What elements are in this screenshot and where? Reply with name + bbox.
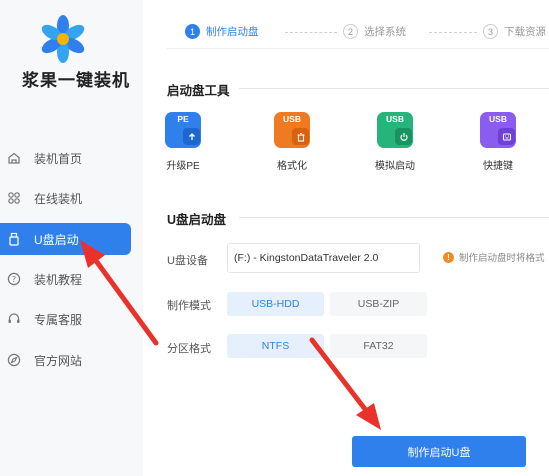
help-icon: ? <box>7 272 21 286</box>
format-icon: USB <box>274 112 310 148</box>
tool-label: 快捷键 <box>483 161 513 172</box>
upload-icon <box>183 128 200 145</box>
sidebar-item-label: U盘启动 <box>34 232 79 247</box>
sidebar-item-online-install[interactable]: 在线装机 <box>0 182 131 214</box>
tool-tag: USB <box>386 114 404 124</box>
hotkey-icon: USB <box>480 112 516 148</box>
option-label: NTFS <box>261 340 290 352</box>
step-label: 选择系统 <box>364 26 406 38</box>
step-number: 2 <box>343 24 358 39</box>
tool-hotkey[interactable]: USB 快捷键 <box>468 112 528 172</box>
warning-text: 制作启动盘时将格式 <box>459 253 545 264</box>
home-icon <box>7 151 21 165</box>
svg-text:?: ? <box>12 275 16 284</box>
power-icon <box>395 128 412 145</box>
make-boot-usb-button[interactable]: 制作启动U盘 <box>352 436 526 467</box>
partition-label: 分区格式 <box>167 343 211 355</box>
step-label: 下载资源 <box>504 26 546 38</box>
tool-simulate-boot[interactable]: USB 模拟启动 <box>365 112 425 172</box>
sidebar-item-usb-boot[interactable]: U盘启动 <box>0 223 131 255</box>
simulate-boot-icon: USB <box>377 112 413 148</box>
step-divider <box>285 32 337 33</box>
sidebar-item-label: 在线装机 <box>34 191 83 206</box>
main-panel: 1 制作启动盘 2 选择系统 3 下载资源 启动盘工具 PE 升级PE USB <box>143 0 549 476</box>
brand-name: 浆果一键装机 <box>22 71 130 91</box>
usb-icon <box>7 232 21 246</box>
mode-option-usb-hdd[interactable]: USB-HDD <box>227 292 324 316</box>
tool-label: 升级PE <box>166 161 200 172</box>
sidebar-item-home[interactable]: 装机首页 <box>0 142 131 174</box>
format-warning: ! 制作启动盘时将格式 <box>443 250 545 264</box>
sidebar-item-tutorial[interactable]: ? 装机教程 <box>0 263 131 295</box>
step-number: 3 <box>483 24 498 39</box>
compass-icon <box>7 353 21 367</box>
step-label: 制作启动盘 <box>206 26 259 38</box>
tool-label: 格式化 <box>277 161 307 172</box>
sidebar-item-website[interactable]: 官方网站 <box>0 344 131 376</box>
mode-option-usb-zip[interactable]: USB-ZIP <box>330 292 427 316</box>
step-make-boot-disk[interactable]: 1 制作启动盘 <box>185 24 259 39</box>
sidebar-item-label: 装机教程 <box>34 272 83 287</box>
trash-icon <box>292 128 309 145</box>
usb-section-title: U盘启动盘 <box>167 213 227 227</box>
divider <box>239 217 549 218</box>
sidebar-item-support[interactable]: 专属客服 <box>0 303 131 335</box>
cube-icon <box>7 191 21 205</box>
step-download-resources[interactable]: 3 下载资源 <box>483 24 546 39</box>
tool-tag: USB <box>283 114 301 124</box>
option-label: FAT32 <box>363 340 394 352</box>
sidebar-item-label: 专属客服 <box>34 312 83 327</box>
step-indicator: 1 制作启动盘 2 选择系统 3 下载资源 <box>167 18 549 48</box>
device-select[interactable]: (F:) - KingstonDataTraveler 2.0 <box>227 243 420 273</box>
device-value: (F:) - KingstonDataTraveler 2.0 <box>234 252 379 264</box>
divider <box>167 48 549 49</box>
sidebar-item-label: 装机首页 <box>34 151 83 166</box>
headset-icon <box>7 312 21 326</box>
device-label: U盘设备 <box>167 255 208 267</box>
keyboard-icon <box>498 128 515 145</box>
step-number: 1 <box>185 24 200 39</box>
logo-icon <box>38 14 88 64</box>
step-select-system[interactable]: 2 选择系统 <box>343 24 406 39</box>
tool-tag: PE <box>177 114 189 124</box>
tool-label: 模拟启动 <box>375 161 415 172</box>
sidebar: 浆果一键装机 装机首页 在线装机 U盘启动 ? 装机教程 专属客服 官方网站 <box>0 0 141 476</box>
tools-section-title: 启动盘工具 <box>167 84 230 98</box>
format-option-ntfs[interactable]: NTFS <box>227 334 324 358</box>
step-divider <box>429 32 477 33</box>
tool-format[interactable]: USB 格式化 <box>262 112 322 172</box>
mode-label: 制作模式 <box>167 300 211 312</box>
upgrade-pe-icon: PE <box>165 112 201 148</box>
divider <box>239 88 549 89</box>
tool-upgrade-pe[interactable]: PE 升级PE <box>153 112 213 172</box>
warning-icon: ! <box>443 251 454 263</box>
option-label: USB-HDD <box>251 298 300 310</box>
format-option-fat32[interactable]: FAT32 <box>330 334 427 358</box>
sidebar-item-label: 官方网站 <box>34 353 83 368</box>
tool-tag: USB <box>489 114 507 124</box>
option-label: USB-ZIP <box>357 298 400 310</box>
